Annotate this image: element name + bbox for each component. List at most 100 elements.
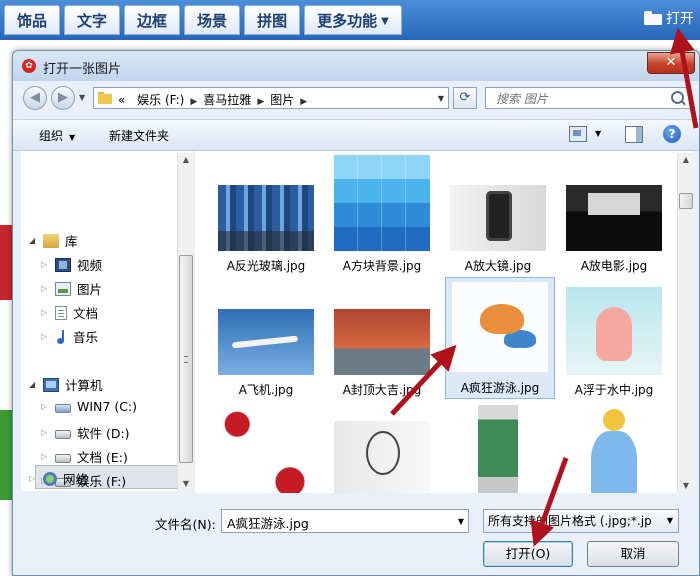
expanded-arrow-icon[interactable]: ◢ (29, 380, 37, 389)
collapsed-arrow-icon[interactable]: ▷ (41, 260, 49, 269)
tab-accessories[interactable]: 饰品 (4, 5, 61, 35)
file-item[interactable]: A放大镜.jpg (443, 155, 553, 275)
collapsed-arrow-icon[interactable]: ▷ (41, 284, 49, 293)
filename-input[interactable] (225, 511, 449, 533)
file-item[interactable]: A放电影.jpg (559, 155, 669, 275)
computer-icon (43, 377, 59, 392)
file-name: A疯狂游泳.jpg (460, 381, 540, 395)
tree-label: 库 (65, 234, 78, 249)
file-list: A反光玻璃.jpg A方块背景.jpg A放大镜.jpg A放电影.jpg A飞… (195, 151, 693, 493)
pictures-library-icon (55, 281, 71, 296)
scrollbar-thumb[interactable] (179, 255, 193, 463)
file-item[interactable] (443, 405, 553, 493)
tree-item-library[interactable]: ◢ 库 (29, 231, 78, 250)
file-item[interactable]: A方块背景.jpg (327, 155, 437, 275)
tree-item-drive-d[interactable]: ▷ 软件 (D:) (41, 423, 130, 442)
scrollbar-thumb[interactable] (679, 193, 693, 209)
file-name: A飞机.jpg (238, 383, 294, 397)
filename-history-caret-icon[interactable]: ▼ (458, 517, 464, 526)
collapsed-arrow-icon[interactable]: ▷ (41, 402, 49, 411)
filename-field[interactable]: ▼ (221, 509, 469, 533)
caret-down-icon: ▼ (666, 516, 673, 525)
tab-collage[interactable]: 拼图 (244, 5, 301, 35)
file-thumbnail (334, 421, 430, 493)
tree-label: 网络 (63, 472, 89, 487)
search-input[interactable] (494, 89, 668, 109)
search-box[interactable] (485, 87, 691, 109)
chevron-right-icon[interactable]: ▶ (300, 97, 307, 107)
open-button[interactable]: 打开(O) (483, 541, 573, 567)
file-list-scrollbar[interactable]: ▲ ▼ (677, 153, 694, 493)
collapsed-arrow-icon[interactable]: ▷ (41, 332, 49, 341)
tree-item-computer[interactable]: ◢ 计算机 (29, 375, 103, 394)
breadcrumb-overflow[interactable]: « (118, 93, 125, 107)
forward-button[interactable]: ▶ (51, 86, 75, 110)
file-item[interactable]: A飞机.jpg (211, 279, 321, 399)
file-item-selected[interactable]: A疯狂游泳.jpg (445, 277, 555, 399)
tree-label: 音乐 (73, 330, 99, 345)
file-item[interactable] (559, 405, 669, 493)
tab-scene[interactable]: 场景 (184, 5, 241, 35)
collapsed-arrow-icon[interactable]: ▷ (41, 428, 49, 437)
file-item[interactable] (327, 405, 437, 493)
tree-label: 软件 (D:) (77, 426, 130, 441)
file-thumbnail (334, 155, 430, 251)
file-item[interactable] (211, 405, 321, 493)
tree-item-network[interactable]: ▷ 网络 (29, 469, 88, 488)
breadcrumb-item-drive-f[interactable]: 娱乐 (F:) (137, 93, 184, 107)
close-button[interactable]: ✕ (647, 52, 695, 74)
file-item[interactable]: A封顶大吉.jpg (327, 279, 437, 399)
scroll-down-icon[interactable]: ▼ (678, 479, 694, 493)
breadcrumb-item-ximalaya[interactable]: 喜马拉雅 (203, 93, 251, 107)
navigation-scrollbar[interactable]: ▲ ▼ (177, 153, 194, 491)
file-thumbnail (579, 405, 649, 493)
filetype-select[interactable]: 所有支持的图片格式 (.jpg;*.jp ▼ (483, 509, 679, 533)
file-item[interactable]: A反光玻璃.jpg (211, 155, 321, 275)
address-bar[interactable]: « 娱乐 (F:) ▶ 喜马拉雅 ▶ 图片 ▶ ▼ (93, 87, 449, 109)
scroll-down-icon[interactable]: ▼ (178, 477, 194, 491)
music-library-icon (55, 329, 67, 344)
tree-item-drive-c[interactable]: ▷ WIN7 (C:) (41, 399, 137, 414)
expanded-arrow-icon[interactable]: ◢ (29, 236, 37, 245)
recent-pages-caret-icon[interactable]: ▼ (79, 93, 85, 102)
refresh-button[interactable]: ⟳ (453, 87, 477, 109)
tab-text[interactable]: 文字 (64, 5, 121, 35)
organize-button[interactable]: 组织 ▼ (39, 127, 75, 144)
command-bar: 组织 ▼ 新建文件夹 ▼ ? (13, 119, 699, 151)
folder-icon (98, 92, 112, 104)
scroll-up-icon[interactable]: ▲ (178, 153, 194, 167)
dialog-titlebar[interactable]: ✿ 打开一张图片 ✕ (13, 51, 699, 81)
breadcrumb-item-pictures[interactable]: 图片 (270, 93, 294, 107)
tree-item-drive-e[interactable]: ▷ 文档 (E:) (41, 447, 128, 466)
cancel-button[interactable]: 取消 (587, 541, 679, 567)
file-thumbnail (566, 287, 662, 375)
new-folder-button[interactable]: 新建文件夹 (109, 127, 169, 144)
help-icon[interactable]: ? (663, 125, 681, 143)
collapsed-arrow-icon[interactable]: ▷ (41, 308, 49, 317)
preview-pane-icon[interactable] (625, 126, 643, 143)
organize-label: 组织 (39, 129, 64, 143)
chevron-right-icon[interactable]: ▶ (190, 97, 197, 107)
folder-icon (644, 11, 662, 25)
view-options-caret-icon[interactable]: ▼ (595, 129, 601, 138)
file-name: A封顶大吉.jpg (342, 383, 422, 397)
app-open-button[interactable]: 打开 (644, 8, 694, 28)
back-button[interactable]: ◀ (23, 86, 47, 110)
tab-more-features[interactable]: 更多功能 ▼ (304, 5, 402, 35)
file-name: A方块背景.jpg (342, 259, 422, 273)
tree-item-videos[interactable]: ▷ 视频 (41, 255, 102, 274)
chevron-right-icon[interactable]: ▶ (257, 97, 264, 107)
tab-border[interactable]: 边框 (124, 5, 181, 35)
address-dropdown-icon[interactable]: ▼ (438, 94, 444, 103)
change-view-icon[interactable] (569, 126, 587, 142)
breadcrumb: « 娱乐 (F:) ▶ 喜马拉雅 ▶ 图片 ▶ (118, 91, 313, 108)
tree-item-pictures[interactable]: ▷ 图片 (41, 279, 102, 298)
file-thumbnail (334, 309, 430, 375)
collapsed-arrow-icon[interactable]: ▷ (41, 452, 49, 461)
tree-item-music[interactable]: ▷ 音乐 (41, 327, 98, 346)
tree-item-documents[interactable]: ▷ 文档 (41, 303, 98, 322)
file-thumbnail (218, 185, 314, 251)
scroll-up-icon[interactable]: ▲ (678, 153, 694, 167)
collapsed-arrow-icon[interactable]: ▷ (29, 474, 37, 483)
file-item[interactable]: A浮于水中.jpg (559, 279, 669, 399)
